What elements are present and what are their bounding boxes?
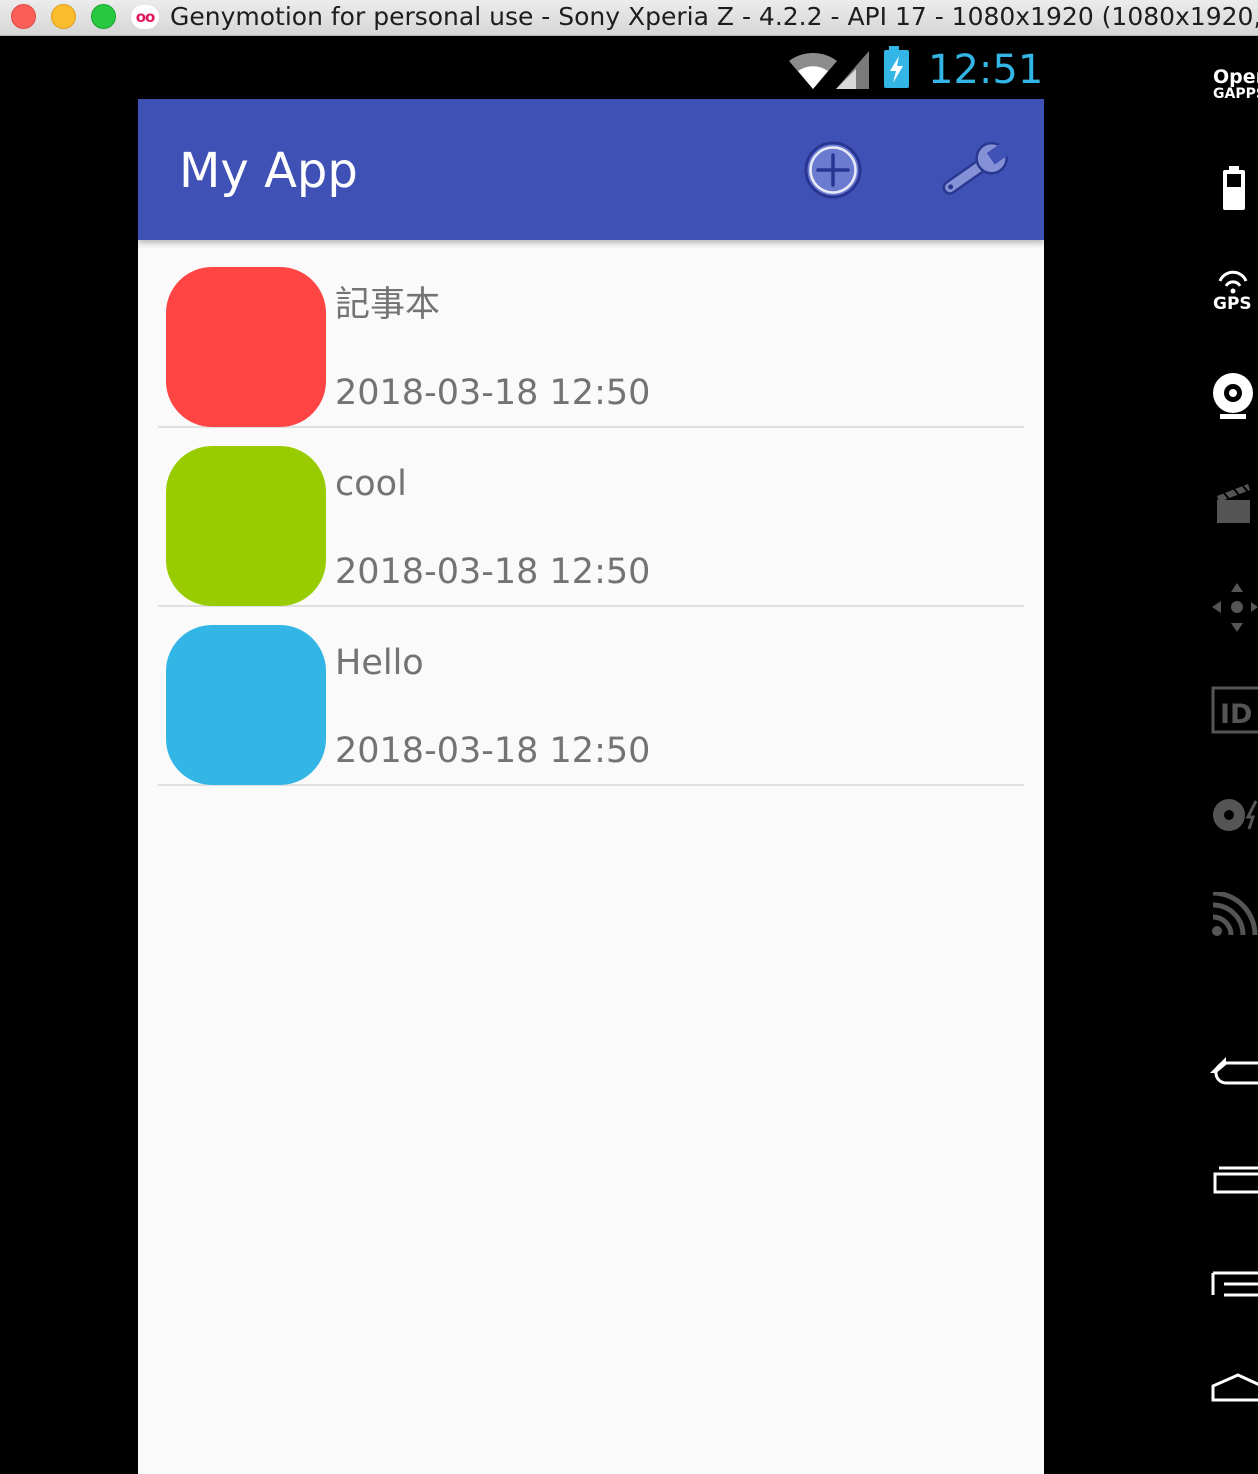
phone-screen: My App 記事本 2018-03-18 12:50 cool 2018-03… (138, 99, 1044, 1474)
note-date: 2018-03-18 12:50 (335, 552, 651, 592)
cast-icon[interactable] (1196, 892, 1258, 937)
window-title: Genymotion for personal use - Sony Xperi… (170, 2, 1258, 31)
window-close-button[interactable] (11, 4, 36, 29)
add-circle-icon[interactable] (802, 139, 864, 201)
genymotion-sidebar: Open GAPPS GPS ID (1196, 40, 1258, 1474)
note-list-item[interactable]: 記事本 2018-03-18 12:50 (158, 249, 1024, 428)
battery-icon[interactable] (1196, 165, 1258, 215)
recent-apps-icon[interactable] (1196, 1162, 1258, 1197)
signal-icon (836, 51, 869, 89)
note-list: 記事本 2018-03-18 12:50 cool 2018-03-18 12:… (158, 249, 1024, 786)
svg-text:ID: ID (1220, 699, 1252, 730)
home-icon[interactable] (1196, 1370, 1258, 1405)
genymotion-logo-icon: oo (131, 5, 159, 29)
window-maximize-button[interactable] (91, 4, 116, 29)
dpad-icon[interactable] (1196, 580, 1258, 635)
note-title: cool (335, 464, 407, 504)
device-id-icon[interactable]: ID (1196, 685, 1258, 735)
note-title: 記事本 (335, 285, 441, 325)
window-minimize-button[interactable] (51, 4, 76, 29)
battery-charging-icon (884, 46, 909, 88)
wrench-icon[interactable] (934, 139, 1012, 201)
status-icons (789, 46, 909, 89)
window-title-bar: oo Genymotion for personal use - Sony Xp… (0, 0, 1258, 36)
disk-io-icon[interactable] (1196, 795, 1258, 835)
wifi-icon (789, 53, 837, 89)
note-list-item[interactable]: Hello 2018-03-18 12:50 (158, 607, 1024, 786)
note-title: Hello (335, 643, 424, 683)
status-bar-clock: 12:51 (928, 47, 1044, 93)
note-color-swatch (166, 446, 326, 606)
capture-icon[interactable] (1196, 480, 1258, 525)
back-icon[interactable] (1196, 1055, 1258, 1090)
gps-label: GPS (1213, 294, 1252, 314)
opengapps-label-line2: GAPPS (1213, 86, 1258, 102)
note-color-swatch (166, 267, 326, 427)
opengapps-label-line1: Open (1213, 66, 1258, 88)
app-title: My App (179, 143, 358, 199)
app-toolbar: My App (138, 99, 1044, 240)
menu-icon[interactable] (1196, 1267, 1258, 1302)
note-color-swatch (166, 625, 326, 785)
note-date: 2018-03-18 12:50 (335, 731, 651, 771)
gps-icon[interactable] (1196, 270, 1258, 294)
camera-icon[interactable] (1196, 370, 1258, 422)
note-list-item[interactable]: cool 2018-03-18 12:50 (158, 428, 1024, 607)
note-date: 2018-03-18 12:50 (335, 373, 651, 413)
opengapps-icon[interactable]: Open GAPPS (1213, 66, 1258, 102)
